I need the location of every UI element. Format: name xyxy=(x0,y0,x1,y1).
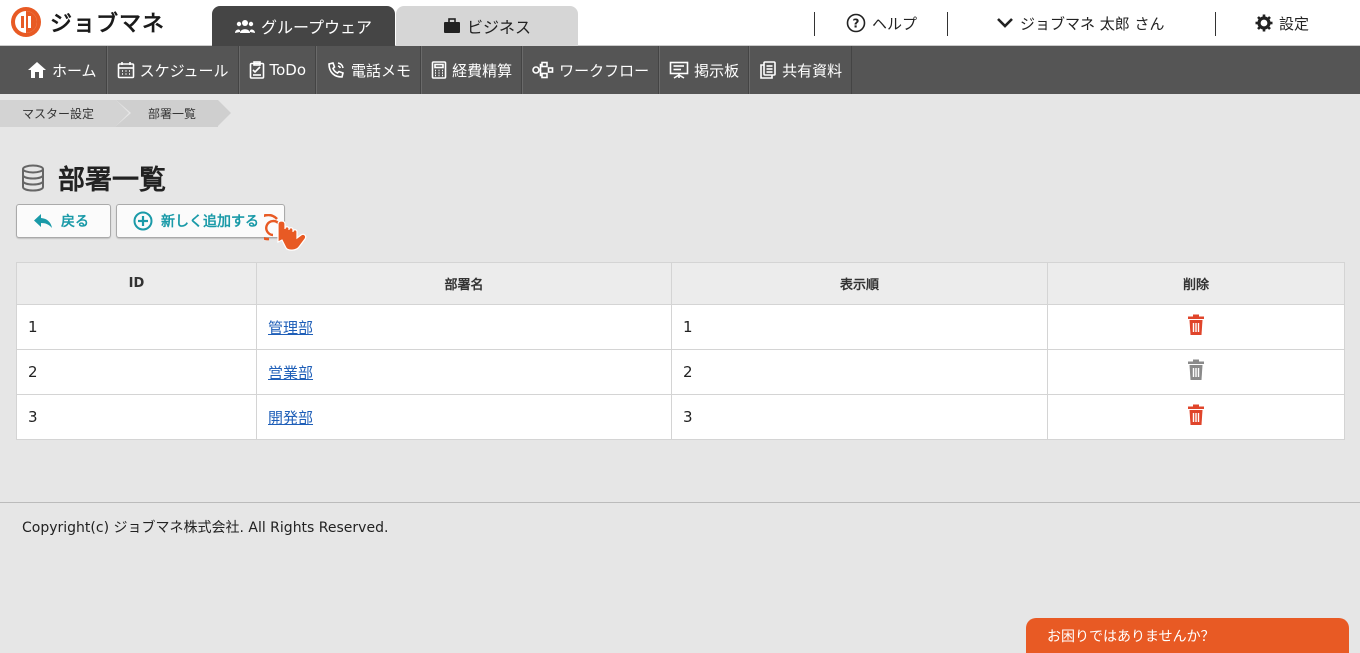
copyright-text: Copyright(c) ジョブマネ株式会社. All Rights Reser… xyxy=(22,520,389,536)
breadcrumb-parent[interactable]: マスター設定 xyxy=(0,100,131,127)
cell-name: 開発部 xyxy=(256,394,672,440)
cell-name: 営業部 xyxy=(256,349,672,395)
nav-item-expense[interactable]: 経費精算 xyxy=(421,46,523,94)
cell-id: 1 xyxy=(16,304,257,350)
cell-order: 3 xyxy=(671,394,1048,440)
nav-item-shared-docs[interactable]: 共有資料 xyxy=(749,46,853,94)
tab-business-label: ビジネス xyxy=(466,18,531,37)
todo-icon xyxy=(249,61,264,79)
nav-item-home[interactable]: ホーム xyxy=(18,46,107,94)
logo-text: ジョブマネ xyxy=(50,12,166,37)
documents-icon xyxy=(760,61,776,79)
column-header-delete: 削除 xyxy=(1047,262,1345,305)
help-chat-button[interactable]: お困りではありませんか？ xyxy=(1026,618,1349,653)
click-hand-icon xyxy=(264,214,307,251)
logo-mark-icon xyxy=(11,7,41,37)
board-icon xyxy=(669,61,689,79)
app-logo[interactable]: ジョブマネ xyxy=(10,6,165,38)
database-icon xyxy=(22,164,44,192)
nav-item-phone-memo[interactable]: 電話メモ xyxy=(316,46,422,94)
cell-delete xyxy=(1047,394,1345,440)
department-link[interactable]: 開発部 xyxy=(268,409,313,427)
back-button-label: 戻る xyxy=(61,214,89,230)
workflow-icon xyxy=(532,61,554,79)
cell-order: 2 xyxy=(671,349,1048,395)
svg-text:?: ? xyxy=(853,17,860,31)
chevron-down-icon xyxy=(997,18,1013,28)
tab-groupware-label: グループウェア xyxy=(260,18,373,37)
trash-icon[interactable] xyxy=(1187,404,1205,426)
tab-groupware[interactable]: グループウェア xyxy=(212,6,395,46)
breadcrumb-current: 部署一覧 xyxy=(116,100,231,127)
page-title: 部署一覧 xyxy=(58,165,166,196)
cell-id: 2 xyxy=(16,349,257,395)
header-divider xyxy=(947,12,948,36)
add-button-label: 新しく追加する xyxy=(161,214,259,230)
tab-business[interactable]: ビジネス xyxy=(396,6,578,46)
table-header-row: ID 部署名 表示順 削除 xyxy=(16,262,1345,305)
column-header-id[interactable]: ID xyxy=(16,262,257,305)
nav-label: ワークフロー xyxy=(559,61,650,80)
column-header-name[interactable]: 部署名 xyxy=(256,262,672,305)
cell-delete xyxy=(1047,304,1345,350)
plus-circle-icon xyxy=(133,211,153,231)
briefcase-icon xyxy=(443,18,460,33)
top-header: ジョブマネ グループウェア ビジネス ? ヘルプ ジョブマネ 太郎 さん 設定 xyxy=(0,0,1360,46)
trash-icon[interactable] xyxy=(1187,314,1205,336)
users-icon xyxy=(234,20,255,33)
table-row: 2 営業部 2 xyxy=(16,349,1345,395)
department-link[interactable]: 管理部 xyxy=(268,319,313,337)
home-icon xyxy=(28,62,46,78)
cell-delete xyxy=(1047,349,1345,395)
nav-item-board[interactable]: 掲示板 xyxy=(659,46,750,94)
nav-item-workflow[interactable]: ワークフロー xyxy=(522,46,660,94)
nav-label: スケジュール xyxy=(139,61,229,80)
department-table: ID 部署名 表示順 削除 1 管理部 1 2 営業部 2 3 開発部 3 xyxy=(16,262,1345,440)
table-row: 3 開発部 3 xyxy=(16,394,1345,440)
nav-item-schedule[interactable]: スケジュール xyxy=(106,46,239,94)
main-nav: ホーム スケジュール ToDo 電話メモ 経費精算 ワークフロー 掲示板 共有資… xyxy=(0,46,1360,94)
help-label: ヘルプ xyxy=(872,14,918,33)
page-heading: 部署一覧 xyxy=(20,158,166,197)
cell-name: 管理部 xyxy=(256,304,672,350)
nav-label: ホーム xyxy=(52,61,97,80)
nav-item-todo[interactable]: ToDo xyxy=(238,46,317,94)
nav-label: 共有資料 xyxy=(782,61,843,80)
breadcrumb-current-label: 部署一覧 xyxy=(148,107,197,121)
help-icon: ? xyxy=(846,13,866,33)
breadcrumb-parent-label: マスター設定 xyxy=(22,107,95,121)
phone-icon xyxy=(328,62,344,78)
reply-arrow-icon xyxy=(34,214,52,228)
nav-label: 掲示板 xyxy=(694,61,740,80)
cell-id: 3 xyxy=(16,394,257,440)
department-link[interactable]: 営業部 xyxy=(268,364,313,382)
table-row: 1 管理部 1 xyxy=(16,304,1345,350)
user-name: ジョブマネ 太郎 さん xyxy=(1020,14,1165,33)
breadcrumb: マスター設定 部署一覧 xyxy=(0,100,231,127)
column-header-order[interactable]: 表示順 xyxy=(671,262,1048,305)
nav-label: ToDo xyxy=(269,61,307,79)
calculator-icon xyxy=(431,61,447,79)
user-menu[interactable]: ジョブマネ 太郎 さん xyxy=(996,0,1165,46)
back-button[interactable]: 戻る xyxy=(16,204,111,238)
header-divider xyxy=(1215,12,1216,36)
footer-divider xyxy=(0,502,1360,503)
settings-link[interactable]: 設定 xyxy=(1255,0,1309,46)
nav-label: 電話メモ xyxy=(351,61,412,80)
add-department-button[interactable]: 新しく追加する xyxy=(116,204,285,238)
trash-disabled-icon xyxy=(1188,359,1204,380)
calendar-icon xyxy=(117,62,134,79)
header-divider xyxy=(814,12,815,36)
gear-icon xyxy=(1255,14,1273,32)
settings-label: 設定 xyxy=(1279,14,1310,33)
nav-label: 経費精算 xyxy=(452,61,513,80)
help-link[interactable]: ? ヘルプ xyxy=(846,0,917,46)
cell-order: 1 xyxy=(671,304,1048,350)
help-chat-label: お困りではありませんか？ xyxy=(1047,629,1215,645)
